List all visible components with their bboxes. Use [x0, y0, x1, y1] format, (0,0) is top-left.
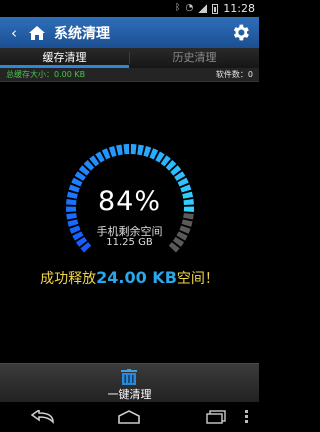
clock: 11:28	[223, 2, 255, 15]
gauge-segment	[123, 144, 130, 155]
release-amount: 24.00 KB	[96, 268, 177, 287]
status-bar: ᛒ ◔ 11:28	[0, 0, 259, 17]
wifi-icon: ◔	[185, 3, 194, 13]
free-space-percent: 84%	[97, 186, 161, 217]
tab-cache-clean[interactable]: 缓存清理	[0, 48, 129, 68]
one-click-clean-button[interactable]: 一键清理	[0, 363, 259, 402]
trash-icon	[120, 369, 138, 385]
home-outline-icon	[118, 410, 141, 424]
back-button[interactable]: ‹	[0, 17, 28, 48]
back-icon	[31, 410, 54, 424]
cache-info-bar: 总缓存大小：0.00 KB 软件数：0	[0, 68, 259, 82]
one-click-clean-label: 一键清理	[107, 388, 152, 401]
system-navigation-bar	[0, 402, 259, 432]
gauge-segment	[108, 146, 117, 158]
home-icon[interactable]	[28, 25, 46, 41]
signal-icon	[198, 4, 208, 13]
gauge-segment	[130, 144, 137, 155]
nav-recents-button[interactable]	[201, 407, 231, 427]
tab-bar: 缓存清理 历史清理	[0, 48, 259, 68]
gauge-segment	[143, 146, 152, 158]
settings-gear-icon[interactable]	[230, 22, 251, 43]
overflow-menu-icon[interactable]	[245, 410, 249, 425]
software-count: 软件数：0	[215, 70, 253, 79]
total-cache-size: 总缓存大小：0.00 KB	[6, 70, 86, 79]
free-space-size: 11.25 GB	[106, 237, 153, 248]
nav-back-button[interactable]	[28, 407, 58, 427]
nav-home-button[interactable]	[114, 407, 144, 427]
tab-history-clean[interactable]: 历史清理	[130, 48, 259, 68]
page-title: 系统清理	[54, 25, 110, 42]
recents-icon	[206, 410, 226, 424]
app-header: ‹ 系统清理	[0, 17, 259, 48]
gauge-segment	[116, 144, 123, 156]
bluetooth-icon: ᛒ	[175, 3, 181, 13]
release-suffix: 空间！	[176, 271, 219, 287]
back-arrow-icon: ‹	[11, 23, 17, 42]
gauge-segment	[137, 144, 144, 156]
battery-icon	[212, 3, 219, 14]
release-prefix: 成功释放	[40, 271, 97, 287]
release-result: 成功释放24.00 KB空间！	[0, 268, 259, 288]
